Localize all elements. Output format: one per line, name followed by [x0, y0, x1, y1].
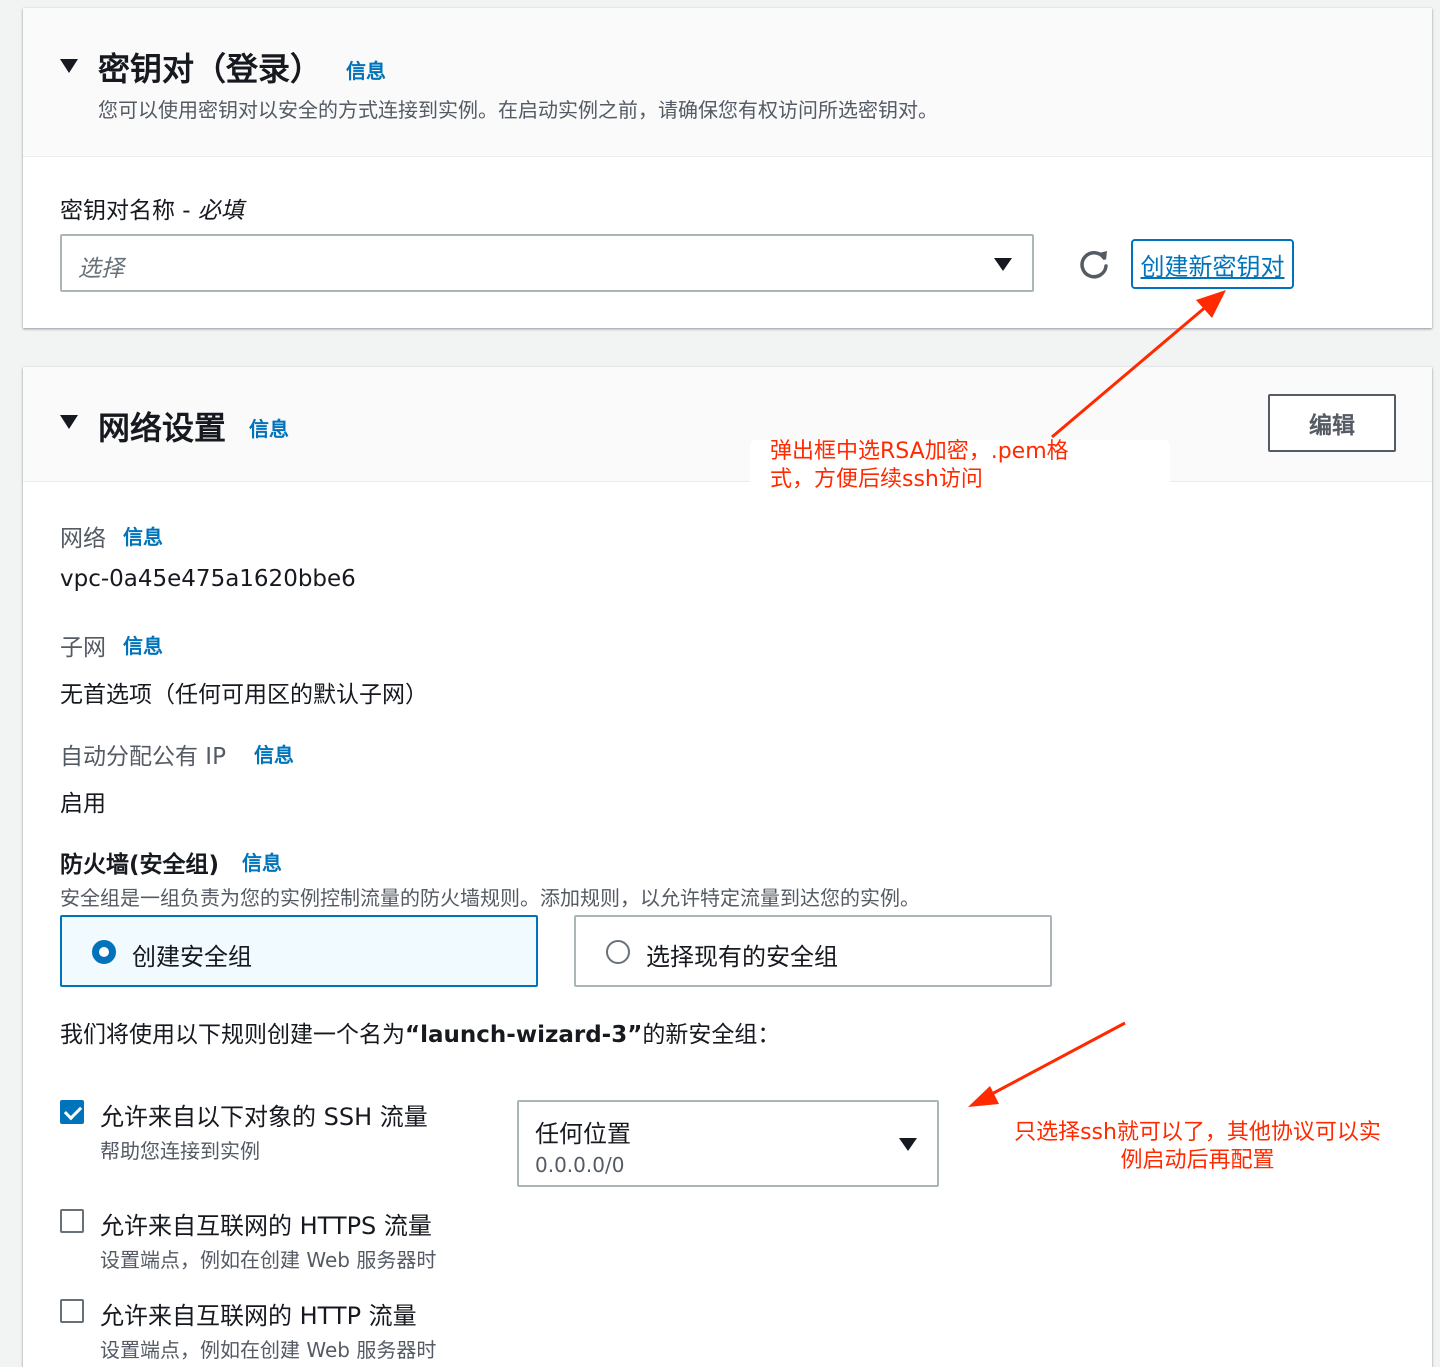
- annotation-ssh-note: 只选择ssh就可以了，其他协议可以实 例启动后再配置: [1000, 1119, 1395, 1175]
- edit-button[interactable]: 编辑: [1268, 394, 1396, 452]
- https-traffic-checkbox[interactable]: [60, 1209, 84, 1233]
- public-ip-info-link[interactable]: 信息: [254, 739, 294, 768]
- chevron-down-icon: [994, 258, 1012, 271]
- radio-unselected-icon: [606, 940, 630, 964]
- http-traffic-label: 允许来自互联网的 HTTP 流量: [100, 1302, 417, 1330]
- ssh-source-select[interactable]: 任何位置 0.0.0.0/0: [517, 1100, 939, 1187]
- network-value: vpc-0a45e475a1620bbe6: [60, 566, 356, 592]
- select-existing-security-group-tile[interactable]: 选择现有的安全组: [574, 915, 1052, 987]
- key-pair-title: 密钥对（登录）: [98, 50, 323, 88]
- key-pair-description: 您可以使用密钥对以安全的方式连接到实例。在启动实例之前，请确保您有权访问所选密钥…: [98, 98, 938, 122]
- key-pair-select[interactable]: 选择: [60, 234, 1034, 292]
- annotation-ssh-note-line2: 例启动后再配置: [1120, 1148, 1275, 1173]
- ssh-traffic-checkbox[interactable]: [60, 1100, 84, 1124]
- radio-selected-icon: [92, 940, 116, 964]
- ssh-traffic-label: 允许来自以下对象的 SSH 流量: [100, 1103, 428, 1131]
- key-pair-header: 密钥对（登录） 信息 您可以使用密钥对以安全的方式连接到实例。在启动实例之前，请…: [23, 8, 1432, 157]
- collapse-caret-icon[interactable]: [60, 415, 78, 429]
- key-pair-name-label-text: 密钥对名称 -: [60, 198, 198, 224]
- network-label-text: 网络: [60, 526, 106, 552]
- annotation-rsa-note-line1: 弹出框中选RSA加密，.pem格: [770, 439, 1069, 464]
- select-existing-security-group-label: 选择现有的安全组: [646, 943, 838, 971]
- create-key-pair-link[interactable]: 创建新密钥对: [1131, 239, 1294, 289]
- ssh-source-title: 任何位置: [535, 1120, 631, 1148]
- annotation-ssh-note-line1: 只选择ssh就可以了，其他协议可以实: [1014, 1120, 1381, 1145]
- public-ip-label: 自动分配公有 IP: [60, 744, 226, 770]
- key-pair-panel: 密钥对（登录） 信息 您可以使用密钥对以安全的方式连接到实例。在启动实例之前，请…: [23, 8, 1432, 328]
- http-traffic-description: 设置端点，例如在创建 Web 服务器时: [100, 1338, 437, 1362]
- subnet-label: 子网: [60, 635, 106, 661]
- security-group-note: 我们将使用以下规则创建一个名为“launch-wizard-3”的新安全组：: [60, 1015, 780, 1049]
- collapse-caret-icon[interactable]: [60, 59, 78, 73]
- create-security-group-tile[interactable]: 创建安全组: [60, 915, 538, 987]
- public-ip-value: 启用: [60, 791, 106, 817]
- ssh-source-cidr: 0.0.0.0/0: [535, 1153, 625, 1177]
- create-security-group-label: 创建安全组: [132, 943, 252, 971]
- firewall-description: 安全组是一组负责为您的实例控制流量的防火墙规则。添加规则，以允许特定流量到达您的…: [60, 886, 920, 910]
- ssh-traffic-description: 帮助您连接到实例: [100, 1139, 260, 1163]
- key-pair-name-label: 密钥对名称 - 必填: [60, 191, 244, 225]
- chevron-down-icon: [899, 1138, 917, 1151]
- http-traffic-checkbox[interactable]: [60, 1299, 84, 1323]
- network-info-link[interactable]: 信息: [123, 521, 163, 550]
- create-key-pair-link-text: 创建新密钥对: [1140, 252, 1285, 281]
- annotation-rsa-note: 弹出框中选RSA加密，.pem格 式，方便后续ssh访问: [770, 438, 1170, 494]
- network-settings-title: 网络设置: [98, 409, 227, 447]
- firewall-info-link[interactable]: 信息: [242, 847, 282, 876]
- security-group-note-prefix: 我们将使用以下规则创建一个名为: [60, 1022, 405, 1048]
- network-label: 网络: [60, 519, 106, 553]
- required-tag: 必填: [197, 198, 244, 224]
- network-settings-header: 网络设置 信息 编辑: [23, 367, 1432, 482]
- subnet-value: 无首选项（任何可用区的默认子网）: [60, 682, 428, 708]
- https-traffic-description: 设置端点，例如在创建 Web 服务器时: [100, 1248, 437, 1272]
- security-group-note-suffix: 的新安全组：: [642, 1022, 781, 1048]
- key-pair-info-link[interactable]: 信息: [346, 55, 386, 84]
- firewall-label: 防火墙(安全组): [60, 852, 220, 878]
- refresh-icon[interactable]: [1077, 246, 1111, 280]
- network-settings-panel: 网络设置 信息 编辑 网络 信息 vpc-0a45e475a1620bbe6 子…: [23, 367, 1432, 1367]
- security-group-name: “launch-wizard-3”: [405, 1022, 643, 1048]
- network-settings-info-link[interactable]: 信息: [249, 413, 289, 442]
- annotation-rsa-note-line2: 式，方便后续ssh访问: [770, 467, 983, 492]
- key-pair-select-placeholder: 选择: [78, 256, 124, 282]
- https-traffic-label: 允许来自互联网的 HTTPS 流量: [100, 1212, 432, 1240]
- subnet-info-link[interactable]: 信息: [123, 630, 163, 659]
